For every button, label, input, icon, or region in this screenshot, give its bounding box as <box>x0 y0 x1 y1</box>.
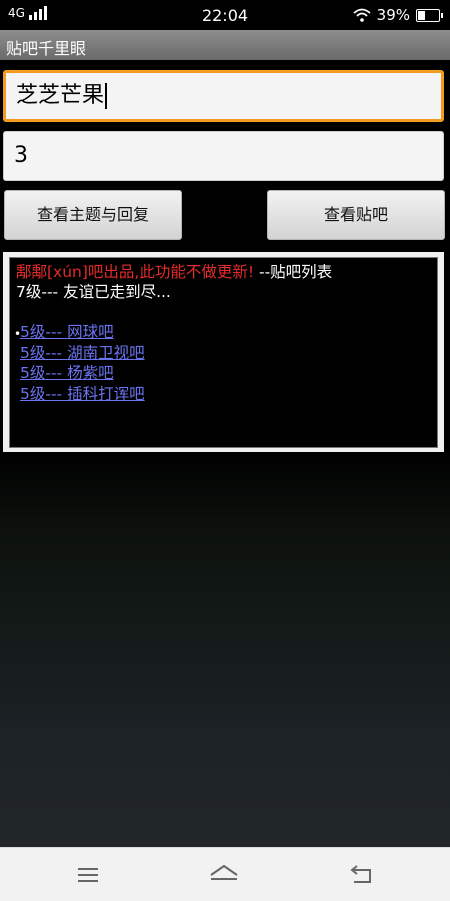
notice-text: 鄅鄅[xún]吧出品,此功能不做更新! <box>16 263 255 281</box>
battery-percent: 39% <box>376 6 410 24</box>
bullet-icon: • <box>14 327 22 341</box>
app-title: 贴吧千里眼 <box>6 39 87 58</box>
notice-suffix: --贴吧列表 <box>254 263 333 281</box>
summary-line: 7级--- 友谊已走到尽... <box>16 283 171 301</box>
app-title-bar: 贴吧千里眼 <box>0 30 450 60</box>
battery-icon <box>416 8 443 22</box>
bar-link[interactable]: 5级--- 湖南卫视吧 <box>20 343 431 364</box>
bar-link[interactable]: 5级--- 网球吧 <box>20 322 431 343</box>
wifi-icon <box>353 8 371 22</box>
result-panel: 鄅鄅[xún]吧出品,此功能不做更新! --贴吧列表 7级--- 友谊已走到尽.… <box>3 252 444 452</box>
menu-icon[interactable] <box>73 862 103 888</box>
status-bar: 4G 22:04 39% <box>0 0 450 30</box>
back-icon[interactable] <box>347 862 377 888</box>
view-threads-button[interactable]: 查看主题与回复 <box>4 190 182 240</box>
count-value: 3 <box>14 143 28 168</box>
view-bars-button[interactable]: 查看贴吧 <box>267 190 445 240</box>
bar-link-list: • 5级--- 网球吧 5级--- 湖南卫视吧 5级--- 杨紫吧 5级--- … <box>14 322 431 405</box>
text-cursor <box>105 83 107 109</box>
bar-link[interactable]: 5级--- 杨紫吧 <box>20 363 431 384</box>
tieba-name-value: 芝芝芒果 <box>16 83 105 108</box>
notice-line: 鄅鄅[xún]吧出品,此功能不做更新! --贴吧列表 <box>16 262 431 282</box>
count-input[interactable]: 3 <box>3 131 444 181</box>
result-webview[interactable]: 鄅鄅[xún]吧出品,此功能不做更新! --贴吧列表 7级--- 友谊已走到尽.… <box>9 257 438 448</box>
home-icon[interactable] <box>209 862 239 888</box>
system-nav-bar <box>0 847 450 901</box>
status-right: 39% <box>353 6 443 24</box>
tieba-name-input[interactable]: 芝芝芒果 <box>3 70 444 122</box>
bar-link[interactable]: 5级--- 插科打诨吧 <box>20 384 431 405</box>
